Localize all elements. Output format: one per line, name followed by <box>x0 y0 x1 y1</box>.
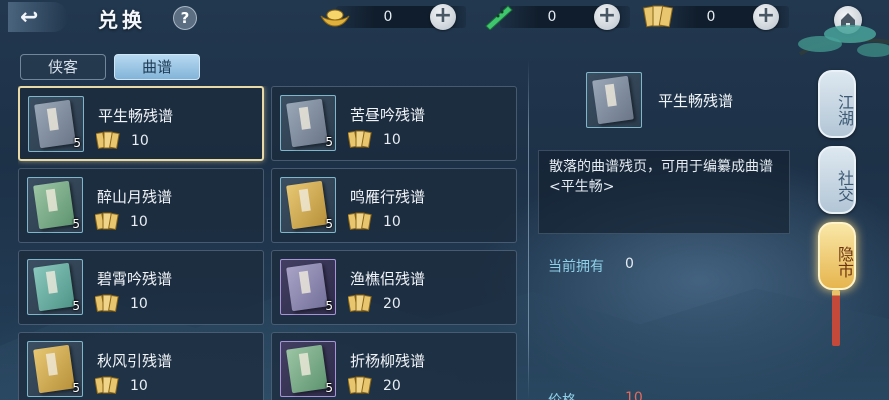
score-book-icon <box>642 5 674 28</box>
item-price: 10 <box>130 378 148 394</box>
currency-gold: 0 + <box>318 4 468 30</box>
score-book-currency-icon <box>348 130 372 148</box>
gold-ingot-icon <box>320 9 350 27</box>
item-name: 秋风引残谱 <box>97 352 173 370</box>
tab-music-scores[interactable]: 曲谱 <box>114 54 200 80</box>
item-card[interactable]: 5 平生畅残谱 10 <box>18 86 264 161</box>
score-book-icon <box>33 262 75 312</box>
tassel-decoration <box>832 290 840 346</box>
score-book-icon <box>286 344 328 394</box>
item-card[interactable]: 5 苦昼吟残谱 10 <box>271 86 517 161</box>
item-price: 10 <box>383 132 401 148</box>
item-price: 10 <box>383 214 401 230</box>
item-card[interactable]: 5 秋风引残谱 10 <box>18 332 264 400</box>
add-currency-button[interactable]: + <box>753 4 779 30</box>
item-icon: 5 <box>280 259 336 315</box>
panel-divider <box>528 60 529 400</box>
currency-value: 0 <box>547 9 557 25</box>
score-book-currency-icon <box>96 131 120 149</box>
item-count: 5 <box>325 217 333 231</box>
item-icon: 5 <box>280 95 336 151</box>
owned-value: 0 <box>625 256 634 272</box>
item-card[interactable]: 5 碧霄吟残谱 10 <box>18 250 264 325</box>
item-price: 10 <box>130 214 148 230</box>
item-price: 10 <box>131 133 149 149</box>
score-book-currency-icon <box>95 294 119 312</box>
item-count: 5 <box>72 381 80 395</box>
category-tabs: 侠客 曲谱 <box>20 54 200 80</box>
add-currency-button[interactable]: + <box>594 4 620 30</box>
item-name: 苦昼吟残谱 <box>350 106 426 124</box>
score-book-currency-icon <box>348 376 372 394</box>
score-book-icon <box>286 98 328 148</box>
item-name: 醉山月残谱 <box>97 188 173 206</box>
item-name: 碧霄吟残谱 <box>97 270 173 288</box>
score-book-currency-icon <box>95 212 119 230</box>
score-book-icon <box>286 180 328 230</box>
item-icon: 5 <box>27 259 83 315</box>
item-price: 10 <box>130 296 148 312</box>
item-icon: 5 <box>27 177 83 233</box>
score-book-icon <box>33 180 75 230</box>
item-name: 鸣雁行残谱 <box>350 188 426 206</box>
score-book-icon <box>34 99 76 149</box>
detail-item-icon <box>586 72 642 128</box>
detail-description: 散落的曲谱残页，可用于编纂成曲谱<平生畅> <box>549 159 773 195</box>
side-nav-social[interactable]: 社交 <box>818 146 856 214</box>
detail-description-box: 散落的曲谱残页，可用于编纂成曲谱<平生畅> <box>538 150 790 234</box>
item-name: 折杨柳残谱 <box>350 352 426 370</box>
top-bar: ↩ 兑换 ? 0 + 0 + 0 + <box>0 0 889 36</box>
side-nav-jianghu[interactable]: 江湖 <box>818 70 856 138</box>
owned-label: 当前拥有 <box>548 259 604 275</box>
detail-item-name: 平生畅残谱 <box>658 92 734 110</box>
price-value: 10 <box>625 390 643 400</box>
item-count: 5 <box>325 381 333 395</box>
item-icon: 5 <box>280 177 336 233</box>
help-button[interactable]: ? <box>173 6 197 30</box>
item-price: 20 <box>383 296 401 312</box>
score-book-currency-icon <box>348 294 372 312</box>
item-name: 平生畅残谱 <box>98 107 174 125</box>
item-card[interactable]: 5 鸣雁行残谱 10 <box>271 168 517 243</box>
page-title: 兑换 <box>98 8 146 32</box>
side-nav-market[interactable]: 隐市 <box>818 222 856 290</box>
score-book-icon <box>33 344 75 394</box>
currency-value: 0 <box>383 9 393 25</box>
back-button[interactable]: ↩ <box>8 2 68 32</box>
item-count: 5 <box>325 299 333 313</box>
item-icon: 5 <box>280 341 336 397</box>
score-book-currency-icon <box>348 212 372 230</box>
item-icon: 5 <box>27 341 83 397</box>
score-book-icon <box>286 262 328 312</box>
item-card[interactable]: 5 折杨柳残谱 20 <box>271 332 517 400</box>
item-card[interactable]: 5 醉山月残谱 10 <box>18 168 264 243</box>
back-arrow-icon: ↩ <box>20 4 39 30</box>
currency-scores: 0 + <box>641 4 791 30</box>
item-icon: 5 <box>28 96 84 152</box>
item-count: 5 <box>325 135 333 149</box>
add-currency-button[interactable]: + <box>430 4 456 30</box>
item-count: 5 <box>72 217 80 231</box>
score-book-icon <box>592 75 634 125</box>
jade-flute-icon <box>485 5 513 30</box>
tab-heroes[interactable]: 侠客 <box>20 54 106 80</box>
price-label: 价格 <box>548 390 576 400</box>
item-grid: 5 平生畅残谱 10 5 苦昼吟残谱 10 5 醉山月残谱 10 5 鸣雁行残谱… <box>18 86 518 400</box>
item-count: 5 <box>73 136 81 150</box>
item-price: 20 <box>383 378 401 394</box>
item-count: 5 <box>72 299 80 313</box>
score-book-currency-icon <box>95 376 119 394</box>
item-card[interactable]: 5 渔樵侣残谱 20 <box>271 250 517 325</box>
currency-jade: 0 + <box>482 4 632 30</box>
item-name: 渔樵侣残谱 <box>350 270 426 288</box>
currency-value: 0 <box>706 9 716 25</box>
